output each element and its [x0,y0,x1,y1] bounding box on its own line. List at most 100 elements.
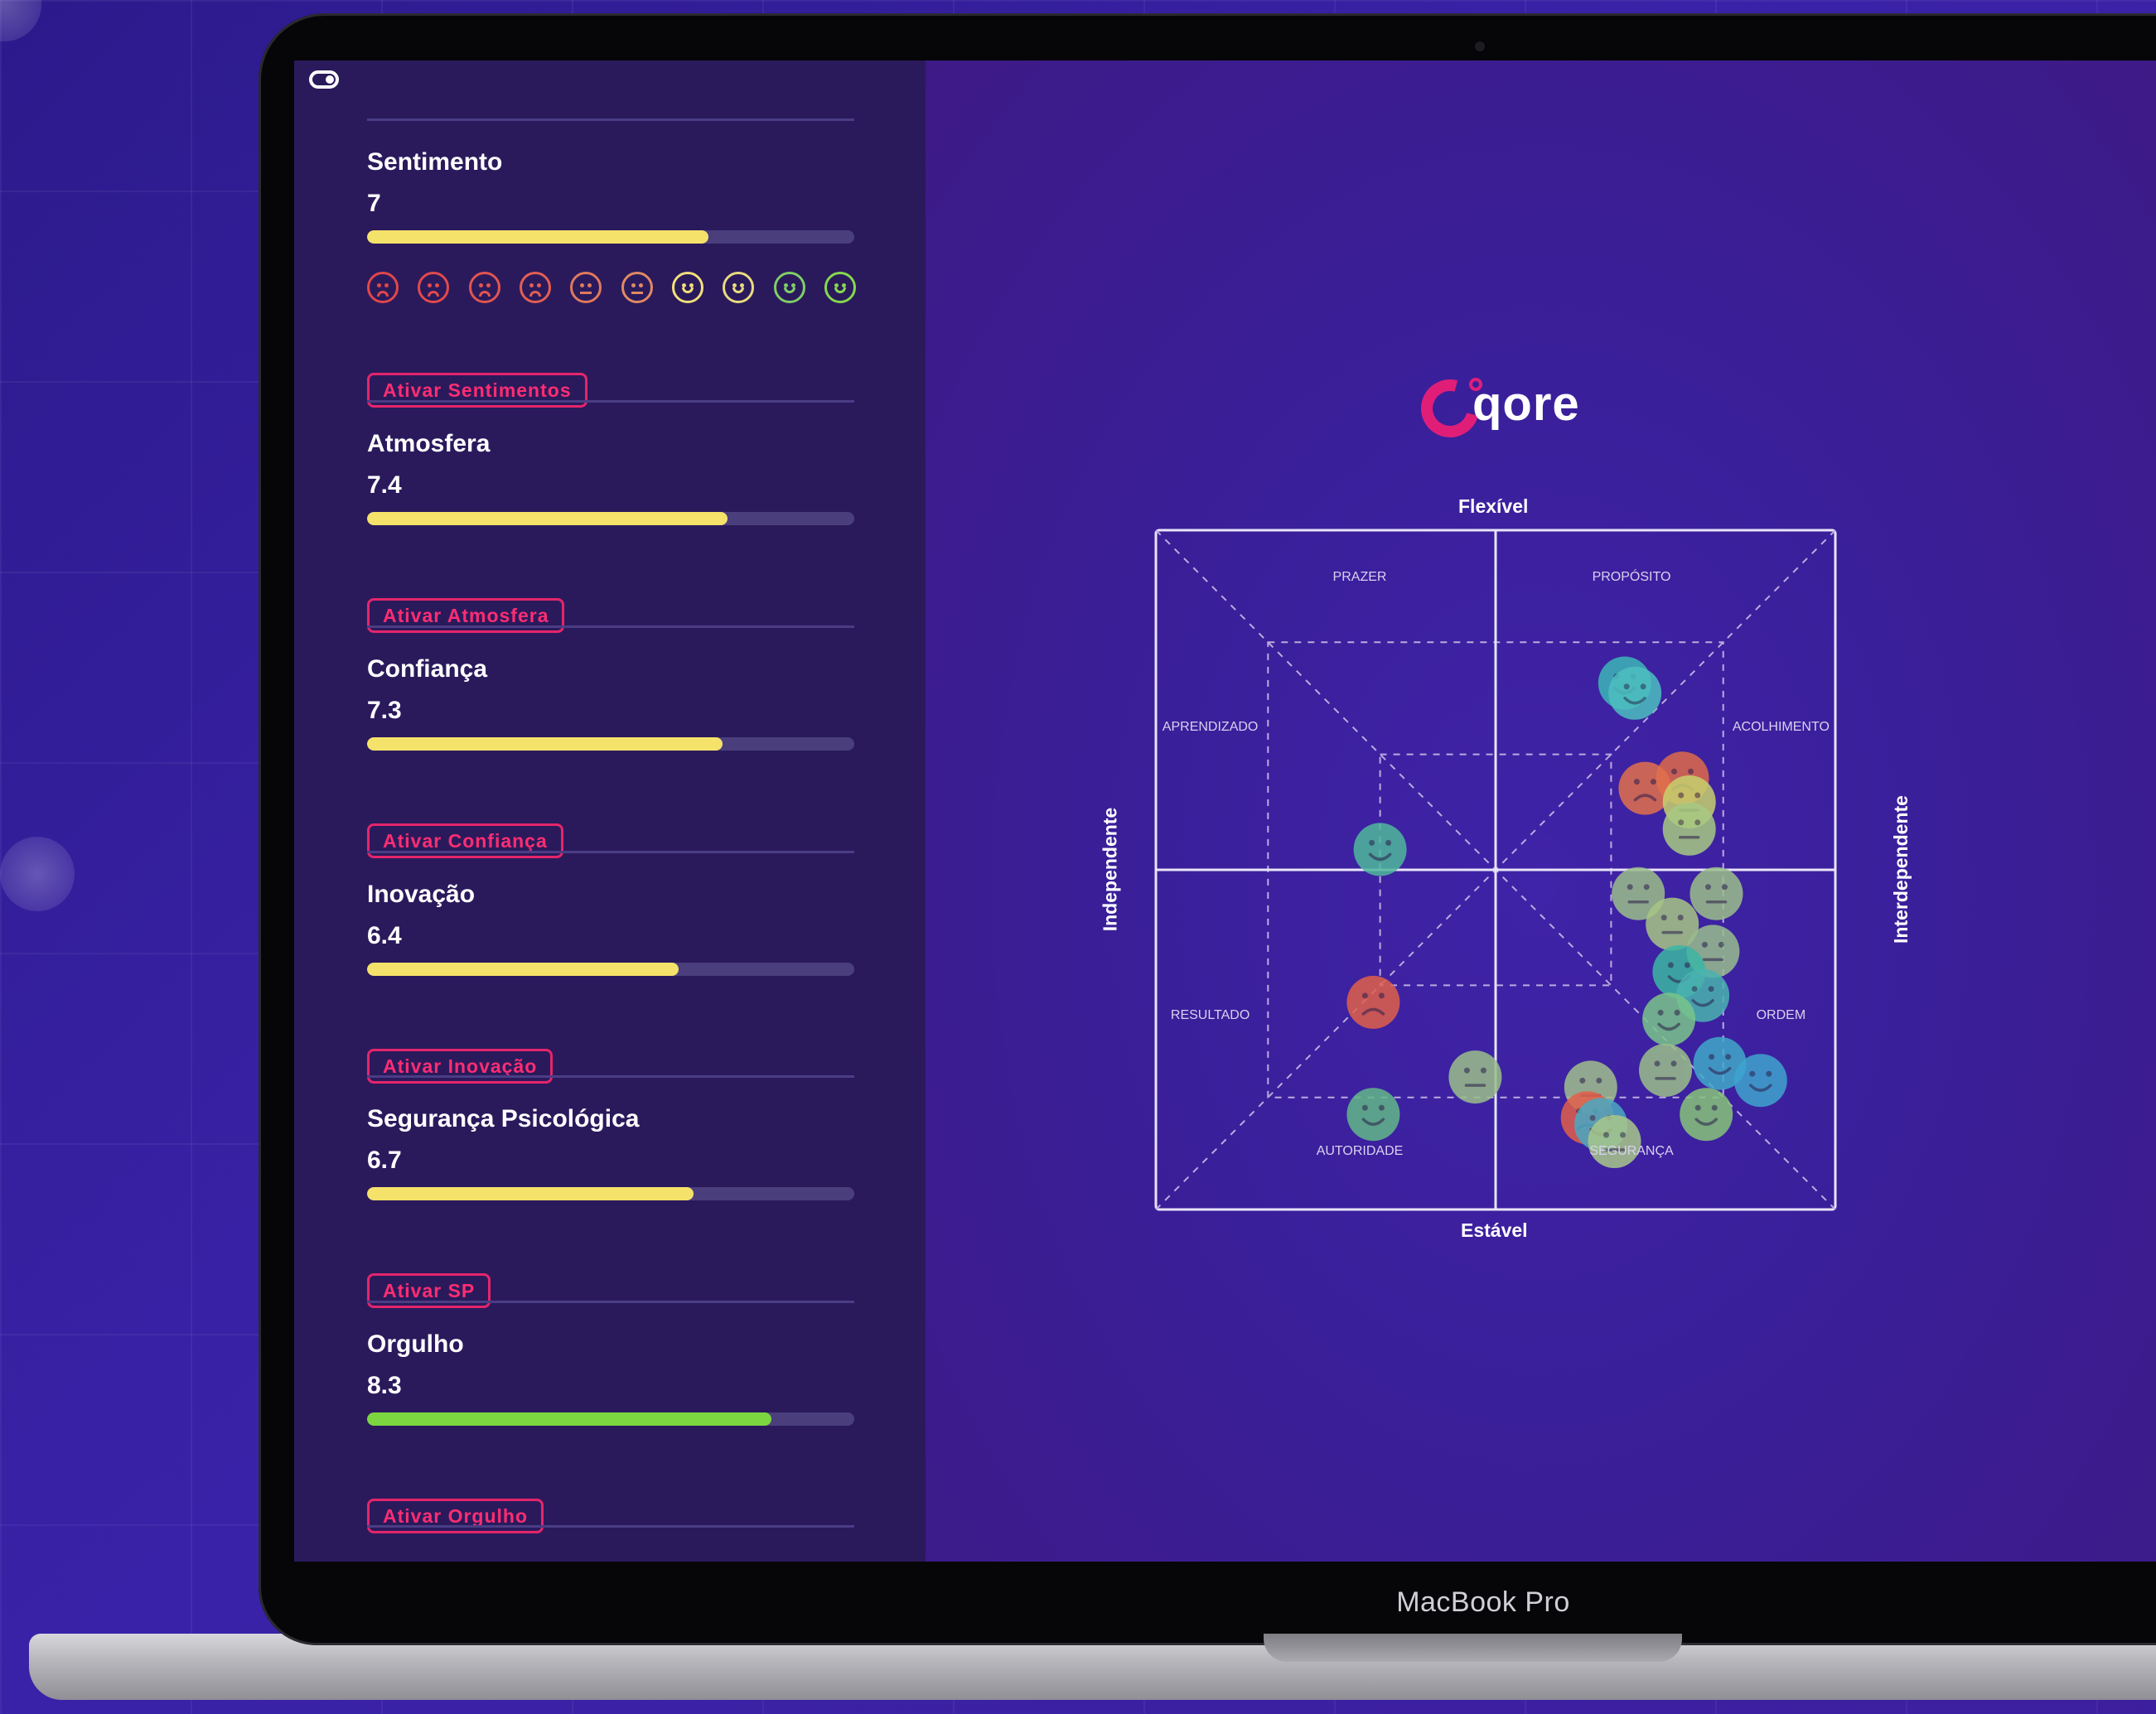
emoji-point-eye [1643,884,1650,891]
emoji-point-eye [1650,779,1656,785]
emoji-point-eye [1378,992,1385,999]
slight-smile-face-icon[interactable] [723,272,755,303]
face-eye [536,283,541,287]
metric-progress-bar [367,230,854,244]
metric-progress-bar [367,1412,854,1426]
face-mouth [580,292,592,294]
sad-face-icon[interactable] [519,272,551,303]
metric-card: Confiança 7.3 Ativar Confiança [367,625,854,858]
metric-divider [367,118,854,121]
slight-smile-face-icon[interactable] [671,272,703,303]
face-mouth [478,291,491,297]
laptop-hinge-notch [1264,1634,1682,1662]
emoji-point-eye [1603,1132,1609,1138]
face-eye [478,283,483,287]
metric-card: Inovação 6.4 Ativar Inovação [367,851,854,1084]
metric-value: 7 [367,190,381,217]
face-mouth [834,287,846,293]
emoji-point-body [1346,1088,1400,1142]
emoji-point-eye [1766,1070,1772,1077]
emoji-point-eye [1688,768,1694,775]
very-sad-face-icon[interactable] [367,272,399,303]
emoji-point-eye [1480,1067,1486,1074]
metric-card: Atmosfera 7.4 Ativar Atmosfera [367,400,854,633]
background-glow-dot [0,837,75,911]
happy-face-icon[interactable] [773,272,805,303]
metric-divider [367,400,854,403]
emoji-point-eye [1725,1054,1732,1060]
emoji-data-point [1642,992,1696,1046]
metric-progress-fill [367,737,723,751]
emoji-point-body [1662,802,1716,856]
face-mouth [529,291,541,297]
region-label: PRAZER [1332,570,1387,585]
neutral-face-icon[interactable] [570,272,602,303]
activate-metric-button[interactable]: Ativar Inovação [367,1049,554,1084]
face-eye [580,283,585,287]
emoji-point-eye [1627,884,1633,891]
emoji-data-point [1448,1050,1502,1104]
emoji-point-body [1642,992,1696,1046]
emoji-point-eye [1369,839,1375,846]
emoji-point-eye [1711,1104,1718,1111]
metric-progress-bar [367,963,854,976]
metric-card: Segurança Psicológica 6.7 Ativar SP [367,1075,854,1308]
emoji-data-point [1690,867,1743,920]
metric-title: Sentimento [367,148,503,176]
culture-quadrant-chart: Flexível Estável Independente Interdepen… [1099,489,1912,1259]
emoji-point-eye [1678,819,1685,826]
region-label: RESULTADO [1170,1008,1250,1023]
metric-value: 7.3 [367,697,402,724]
metric-value: 6.7 [367,1147,402,1174]
region-label: AUTORIDADE [1316,1144,1404,1159]
emoji-data-point [1680,1088,1733,1142]
emoji-point-body [1639,1043,1692,1097]
very-sad-face-icon[interactable] [418,272,450,303]
activate-metric-button[interactable]: Ativar Orgulho [367,1499,544,1533]
metric-progress-bar [367,737,854,751]
sad-face-icon[interactable] [468,272,500,303]
metric-divider [367,1525,854,1528]
emoji-point-eye [1691,986,1698,992]
emoji-data-point [1639,1043,1692,1097]
region-label: APRENDIZADO [1162,719,1259,734]
big-smile-face-icon[interactable] [824,272,856,303]
emoji-point-eye [1749,1070,1756,1077]
metric-title: Atmosfera [367,430,491,457]
emoji-point-eye [1589,1115,1596,1121]
metric-divider [367,625,854,628]
quadrant-chart-svg [1154,529,1837,1211]
face-eye [384,283,389,287]
emoji-data-point [1662,802,1716,856]
sidebar-toggle-icon[interactable] [309,70,339,89]
emoji-point-eye [1361,1104,1368,1111]
emoji-point-eye [1361,992,1368,999]
emoji-point-eye [1640,683,1646,690]
qore-logo: qore [1410,369,1603,448]
emoji-point-eye [1596,1077,1602,1084]
emoji-point-eye [1694,1104,1701,1111]
face-mouth [681,287,694,293]
face-eye [486,283,491,287]
neutral-face-icon[interactable] [621,272,653,303]
face-mouth [377,291,389,297]
emoji-point-body [1690,867,1743,920]
axis-label-left: Independente [1099,807,1121,932]
metric-progress-bar [367,512,854,525]
logo-text: qore [1472,377,1580,431]
metric-title: Confiança [367,655,488,683]
axis-label-right: Interdependente [1889,795,1912,944]
face-mouth [631,292,643,294]
metric-progress-fill [367,230,708,244]
metric-title: Orgulho [367,1330,464,1358]
emoji-point-body [1346,975,1400,1029]
emoji-point-body [1588,1115,1641,1168]
emoji-point-eye [1684,962,1690,968]
metric-progress-bar [367,1187,854,1200]
emoji-data-point [1353,823,1407,876]
emoji-point-eye [1463,1067,1470,1074]
metric-divider [367,851,854,853]
emoji-point-eye [1623,683,1630,690]
emoji-point-eye [1378,1104,1385,1111]
metric-value: 6.4 [367,922,402,949]
